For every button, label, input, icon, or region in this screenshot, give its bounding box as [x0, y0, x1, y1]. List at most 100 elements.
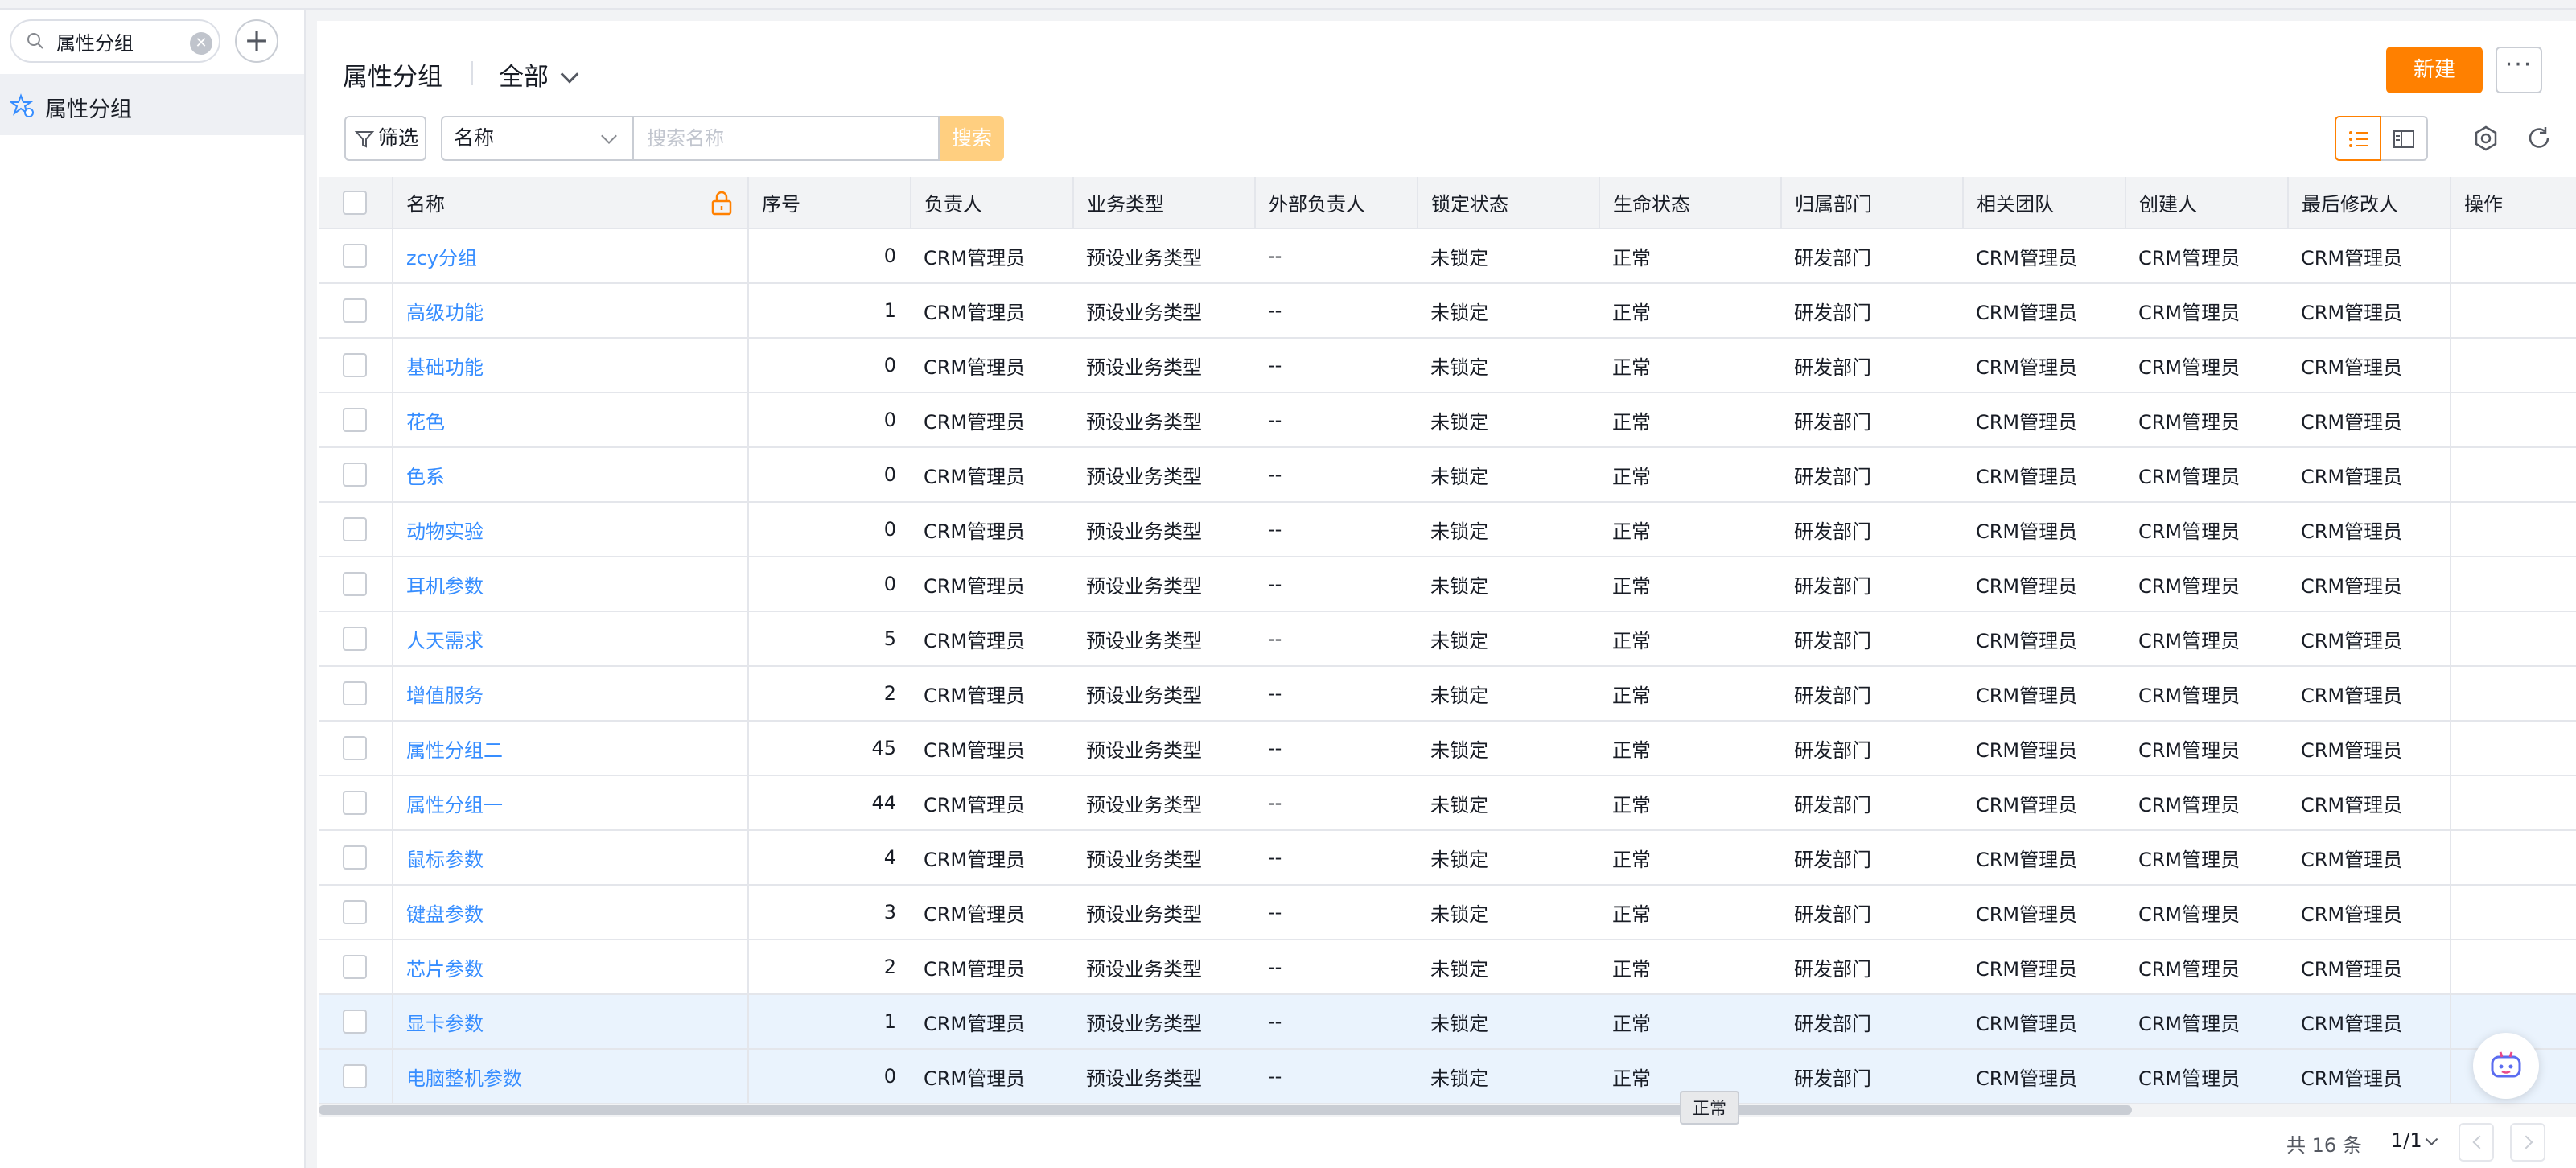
- field-select[interactable]: 名称: [441, 116, 634, 161]
- settings-icon[interactable]: [2471, 124, 2500, 153]
- sidebar-search-input[interactable]: [56, 27, 185, 55]
- row-name-link[interactable]: 增值服务: [406, 685, 484, 707]
- row-checkbox-cell[interactable]: [319, 228, 393, 284]
- scope-dropdown[interactable]: 全部: [499, 56, 579, 93]
- row-checkbox[interactable]: [343, 955, 367, 979]
- table-row[interactable]: 鼠标参数 4 CRM管理员 预设业务类型 -- 未锁定 正常 研发部门 CRM管理员 CRM管理员…: [319, 830, 2576, 886]
- row-checkbox-cell[interactable]: [319, 994, 393, 1050]
- row-checkbox[interactable]: [343, 1064, 367, 1088]
- more-button[interactable]: ···: [2496, 47, 2542, 93]
- row-checkbox-cell[interactable]: [319, 502, 393, 557]
- list-view-button[interactable]: [2335, 116, 2381, 161]
- row-name-link[interactable]: 基础功能: [406, 356, 484, 379]
- filter-button[interactable]: 筛选: [344, 116, 426, 161]
- column-header-biz-type[interactable]: 业务类型: [1073, 177, 1256, 229]
- row-name-cell[interactable]: zcy分组: [393, 228, 749, 284]
- next-page-button[interactable]: [2510, 1123, 2545, 1162]
- sidebar-search[interactable]: ✕: [10, 19, 220, 63]
- row-checkbox[interactable]: [343, 244, 367, 268]
- row-name-link[interactable]: 属性分组二: [406, 739, 503, 762]
- row-name-cell[interactable]: 花色: [393, 393, 749, 448]
- row-checkbox-cell[interactable]: [319, 557, 393, 612]
- row-actions-cell[interactable]: [2450, 940, 2576, 995]
- row-name-cell[interactable]: 色系: [393, 447, 749, 503]
- table-row[interactable]: 芯片参数 2 CRM管理员 预设业务类型 -- 未锁定 正常 研发部门 CRM管理员 CRM管理员…: [319, 940, 2576, 995]
- row-actions-cell[interactable]: [2450, 557, 2576, 612]
- table-row[interactable]: 高级功能 1 CRM管理员 预设业务类型 -- 未锁定 正常 研发部门 CRM管理员 CRM管理员…: [319, 283, 2576, 339]
- row-checkbox-cell[interactable]: [319, 885, 393, 940]
- table-row[interactable]: 人天需求 5 CRM管理员 预设业务类型 -- 未锁定 正常 研发部门 CRM管理员 CRM管理员…: [319, 611, 2576, 667]
- row-name-link[interactable]: 键盘参数: [406, 903, 484, 926]
- column-header-owner[interactable]: 负责人: [911, 177, 1074, 229]
- row-name-cell[interactable]: 动物实验: [393, 502, 749, 557]
- row-checkbox[interactable]: [343, 845, 367, 870]
- column-header-ext-owner[interactable]: 外部负责人: [1255, 177, 1418, 229]
- row-name-link[interactable]: 显卡参数: [406, 1013, 484, 1035]
- row-name-cell[interactable]: 属性分组一: [393, 775, 749, 831]
- row-checkbox-cell[interactable]: [319, 393, 393, 448]
- row-checkbox-cell[interactable]: [319, 611, 393, 667]
- table-row[interactable]: 电脑整机参数 0 CRM管理员 预设业务类型 -- 未锁定 正常 研发部门 CRM管理员 CRM管…: [319, 1049, 2576, 1104]
- table-row[interactable]: 基础功能 0 CRM管理员 预设业务类型 -- 未锁定 正常 研发部门 CRM管理员 CRM管理员…: [319, 338, 2576, 393]
- row-checkbox[interactable]: [343, 681, 367, 705]
- column-header-modifier[interactable]: 最后修改人: [2288, 177, 2451, 229]
- row-name-cell[interactable]: 芯片参数: [393, 940, 749, 995]
- row-name-link[interactable]: 高级功能: [406, 302, 484, 324]
- horizontal-scrollbar[interactable]: [319, 1104, 2576, 1117]
- table-row[interactable]: 属性分组二 45 CRM管理员 预设业务类型 -- 未锁定 正常 研发部门 CRM管理员 CRM管…: [319, 721, 2576, 776]
- refresh-icon[interactable]: [2525, 124, 2553, 153]
- row-actions-cell[interactable]: [2450, 721, 2576, 776]
- column-header-team[interactable]: 相关团队: [1963, 177, 2126, 229]
- row-checkbox[interactable]: [343, 463, 367, 487]
- table-row[interactable]: 动物实验 0 CRM管理员 预设业务类型 -- 未锁定 正常 研发部门 CRM管理员 CRM管理员…: [319, 502, 2576, 557]
- row-checkbox[interactable]: [343, 791, 367, 815]
- row-checkbox[interactable]: [343, 1010, 367, 1034]
- column-header-life-status[interactable]: 生命状态: [1599, 177, 1782, 229]
- column-header-seq[interactable]: 序号: [748, 177, 911, 229]
- sidebar-item-attribute-group[interactable]: 属性分组: [0, 74, 304, 135]
- add-group-button[interactable]: +: [235, 19, 278, 63]
- table-row[interactable]: 增值服务 2 CRM管理员 预设业务类型 -- 未锁定 正常 研发部门 CRM管理员 CRM管理员…: [319, 666, 2576, 722]
- table-row[interactable]: 色系 0 CRM管理员 预设业务类型 -- 未锁定 正常 研发部门 CRM管理员 CRM管理员 CR…: [319, 447, 2576, 503]
- row-actions-cell[interactable]: [2450, 338, 2576, 393]
- row-actions-cell[interactable]: [2450, 611, 2576, 667]
- row-name-cell[interactable]: 增值服务: [393, 666, 749, 722]
- new-button[interactable]: 新建: [2386, 47, 2483, 93]
- row-actions-cell[interactable]: [2450, 502, 2576, 557]
- row-checkbox-cell[interactable]: [319, 940, 393, 995]
- column-header-lock-status[interactable]: 锁定状态: [1418, 177, 1600, 229]
- clear-circle-icon[interactable]: ✕: [190, 32, 212, 55]
- row-name-link[interactable]: zcy分组: [406, 247, 477, 269]
- row-actions-cell[interactable]: [2450, 666, 2576, 722]
- row-name-cell[interactable]: 显卡参数: [393, 994, 749, 1050]
- row-actions-cell[interactable]: [2450, 393, 2576, 448]
- row-name-cell[interactable]: 属性分组二: [393, 721, 749, 776]
- search-input[interactable]: [634, 116, 940, 161]
- lock-icon[interactable]: [710, 190, 733, 216]
- row-actions-cell[interactable]: [2450, 228, 2576, 284]
- column-header-dept[interactable]: 归属部门: [1781, 177, 1964, 229]
- row-checkbox-cell[interactable]: [319, 1049, 393, 1104]
- search-button[interactable]: 搜索: [940, 116, 1004, 161]
- row-name-link[interactable]: 人天需求: [406, 630, 484, 652]
- row-checkbox[interactable]: [343, 408, 367, 432]
- row-name-cell[interactable]: 人天需求: [393, 611, 749, 667]
- row-name-cell[interactable]: 基础功能: [393, 338, 749, 393]
- column-header-creator[interactable]: 创建人: [2125, 177, 2289, 229]
- select-all-checkbox[interactable]: [343, 190, 367, 215]
- row-checkbox[interactable]: [343, 572, 367, 596]
- table-row[interactable]: 键盘参数 3 CRM管理员 预设业务类型 -- 未锁定 正常 研发部门 CRM管理员 CRM管理员…: [319, 885, 2576, 940]
- row-checkbox-cell[interactable]: [319, 721, 393, 776]
- row-checkbox-cell[interactable]: [319, 338, 393, 393]
- split-view-button[interactable]: [2381, 116, 2428, 161]
- row-checkbox-cell[interactable]: [319, 775, 393, 831]
- row-checkbox[interactable]: [343, 627, 367, 651]
- row-actions-cell[interactable]: [2450, 885, 2576, 940]
- row-name-cell[interactable]: 高级功能: [393, 283, 749, 339]
- page-select[interactable]: 1/1: [2391, 1129, 2438, 1152]
- row-name-cell[interactable]: 鼠标参数: [393, 830, 749, 886]
- table-row[interactable]: 耳机参数 0 CRM管理员 预设业务类型 -- 未锁定 正常 研发部门 CRM管理员 CRM管理员…: [319, 557, 2576, 612]
- row-actions-cell[interactable]: [2450, 830, 2576, 886]
- row-checkbox[interactable]: [343, 298, 367, 323]
- row-name-cell[interactable]: 键盘参数: [393, 885, 749, 940]
